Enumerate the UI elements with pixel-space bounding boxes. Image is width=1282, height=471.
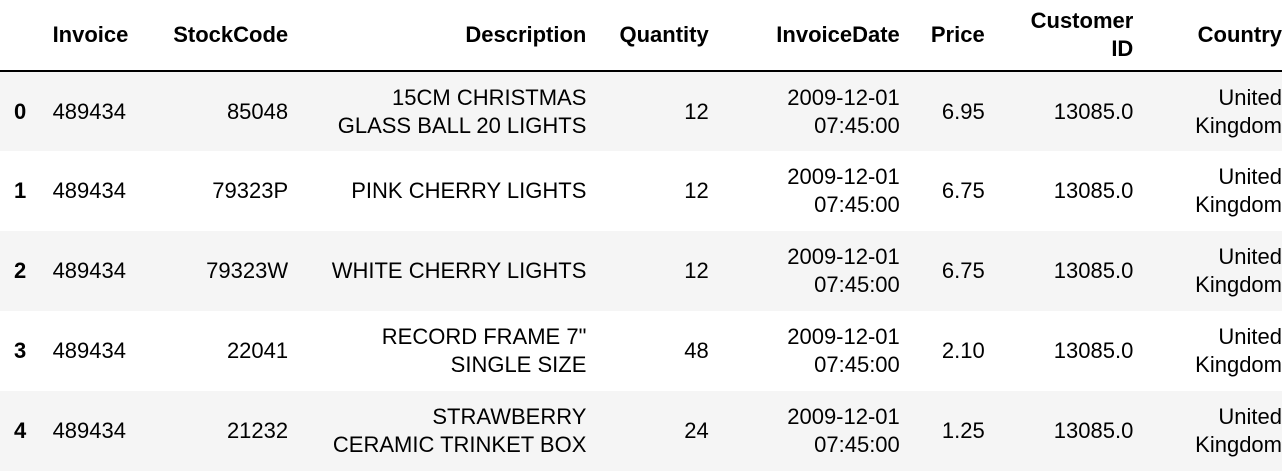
cell-date-line2: 07:45:00 — [814, 352, 900, 377]
cell-country-line1: United — [1218, 164, 1282, 189]
column-header-invoice: Invoice — [52, 0, 135, 72]
cell-country-line1: United — [1218, 84, 1282, 110]
cell-country-line1: United — [1218, 244, 1282, 269]
cell-price: 6.75 — [941, 178, 985, 203]
cell-country: United Kingdom — [1133, 151, 1282, 231]
cell-stockcode: 79323W — [134, 231, 289, 311]
cell-description-line1: WHITE CHERRY LIGHTS — [331, 258, 587, 283]
row-index: 2 — [0, 231, 53, 311]
column-header-price: Price — [899, 0, 985, 72]
cell-customer-id: 13085.0 — [1053, 178, 1134, 203]
column-header-stockcode: StockCode — [134, 0, 289, 72]
table-body: 0 489434 85048 15CM CHRISTMAS GLASS BALL… — [0, 71, 1282, 471]
cell-description: RECORD FRAME 7" SINGLE SIZE — [288, 311, 587, 391]
cell-country-line2: Kingdom — [1195, 272, 1282, 297]
column-header-customer-id-line1: Customer — [1030, 8, 1134, 33]
column-header-description: Description — [288, 0, 587, 72]
cell-description: 15CM CHRISTMAS GLASS BALL 20 LIGHTS — [288, 71, 587, 151]
row-index: 0 — [0, 71, 53, 151]
cell-invoice: 489434 — [52, 71, 135, 151]
cell-description: WHITE CHERRY LIGHTS — [288, 231, 587, 311]
dataframe-table: Invoice StockCode Description Quantity I… — [0, 0, 1282, 471]
cell-date-line2: 07:45:00 — [814, 192, 900, 217]
table-row: 1 489434 79323P PINK CHERRY LIGHTS 12 20… — [0, 151, 1282, 231]
column-header-customer-id: Customer ID — [984, 0, 1134, 72]
cell-invoice: 489434 — [52, 178, 126, 203]
cell-country: United Kingdom — [1133, 391, 1282, 471]
cell-invoicedate: 2009-12-01 07:45:00 — [708, 231, 900, 311]
column-header-country: Country — [1133, 0, 1282, 72]
table-row: 2 489434 79323W WHITE CHERRY LIGHTS 12 2… — [0, 231, 1282, 311]
column-header-customer-id-line2: ID — [1111, 36, 1134, 61]
cell-quantity: 48 — [684, 338, 709, 363]
cell-date-line1: 2009-12-01 — [787, 84, 900, 110]
cell-country-line2: Kingdom — [1195, 192, 1282, 217]
cell-price: 1.25 — [899, 391, 985, 471]
column-header-invoicedate: InvoiceDate — [708, 0, 900, 72]
cell-date-line1: 2009-12-01 — [787, 404, 900, 429]
cell-date-line1: 2009-12-01 — [787, 244, 900, 269]
cell-stockcode: 85048 — [134, 71, 289, 151]
cell-description: PINK CHERRY LIGHTS — [288, 151, 586, 231]
cell-country: United Kingdom — [1133, 71, 1282, 151]
cell-description-line2: SINGLE SIZE — [450, 352, 587, 377]
header-row: Invoice StockCode Description Quantity I… — [0, 0, 1282, 72]
cell-description: STRAWBERRY CERAMIC TRINKET BOX — [288, 391, 587, 471]
cell-country: United Kingdom — [1133, 231, 1282, 311]
cell-date-line2: 07:45:00 — [814, 112, 900, 138]
cell-description-line1: 15CM CHRISTMAS — [392, 84, 587, 110]
cell-date-line2: 07:45:00 — [814, 432, 900, 457]
table-header: Invoice StockCode Description Quantity I… — [0, 0, 1282, 72]
cell-country-line2: Kingdom — [1195, 432, 1282, 457]
cell-country-line2: Kingdom — [1195, 352, 1282, 377]
cell-date-line2: 07:45:00 — [814, 272, 900, 297]
row-index: 4 — [0, 391, 53, 471]
cell-description-line2: GLASS BALL 20 LIGHTS — [337, 112, 587, 138]
cell-customer-id: 13085.0 — [984, 391, 1134, 471]
cell-description-line1: RECORD FRAME 7" — [381, 324, 587, 349]
cell-stockcode: 22041 — [226, 338, 289, 363]
cell-quantity: 12 — [586, 231, 709, 311]
cell-country: United Kingdom — [1133, 311, 1282, 391]
cell-country-line2: Kingdom — [1195, 112, 1282, 138]
table-row: 0 489434 85048 15CM CHRISTMAS GLASS BALL… — [0, 71, 1282, 151]
cell-date-line1: 2009-12-01 — [787, 324, 900, 349]
cell-country-line1: United — [1218, 404, 1282, 429]
cell-description-line1: PINK CHERRY LIGHTS — [351, 178, 587, 203]
cell-customer-id: 13085.0 — [1053, 338, 1134, 363]
cell-invoice: 489434 — [52, 231, 135, 311]
cell-price: 6.75 — [899, 231, 985, 311]
row-index: 3 — [14, 338, 27, 363]
cell-price: 6.95 — [899, 71, 985, 151]
cell-price: 2.10 — [941, 338, 985, 363]
cell-customer-id: 13085.0 — [984, 231, 1134, 311]
table-row: 4 489434 21232 STRAWBERRY CERAMIC TRINKE… — [0, 391, 1282, 471]
cell-invoice: 489434 — [52, 391, 135, 471]
column-header-quantity: Quantity — [586, 0, 709, 72]
cell-date-line1: 2009-12-01 — [787, 164, 900, 189]
cell-invoicedate: 2009-12-01 07:45:00 — [709, 311, 900, 391]
cell-description-line1: STRAWBERRY — [432, 404, 587, 429]
cell-stockcode: 21232 — [134, 391, 289, 471]
cell-invoicedate: 2009-12-01 07:45:00 — [709, 151, 900, 231]
cell-quantity: 12 — [684, 178, 709, 203]
row-index: 1 — [14, 178, 27, 203]
cell-quantity: 24 — [586, 391, 709, 471]
cell-stockcode: 79323P — [212, 178, 289, 203]
index-header — [0, 0, 53, 72]
cell-invoice: 489434 — [52, 338, 126, 363]
table-row: 3 489434 22041 RECORD FRAME 7" SINGLE SI… — [0, 311, 1282, 391]
cell-invoicedate: 2009-12-01 07:45:00 — [708, 71, 900, 151]
cell-invoicedate: 2009-12-01 07:45:00 — [708, 391, 900, 471]
cell-country-line1: United — [1218, 324, 1282, 349]
cell-description-line2: CERAMIC TRINKET BOX — [332, 432, 587, 457]
cell-quantity: 12 — [586, 71, 709, 151]
cell-customer-id: 13085.0 — [984, 71, 1134, 151]
